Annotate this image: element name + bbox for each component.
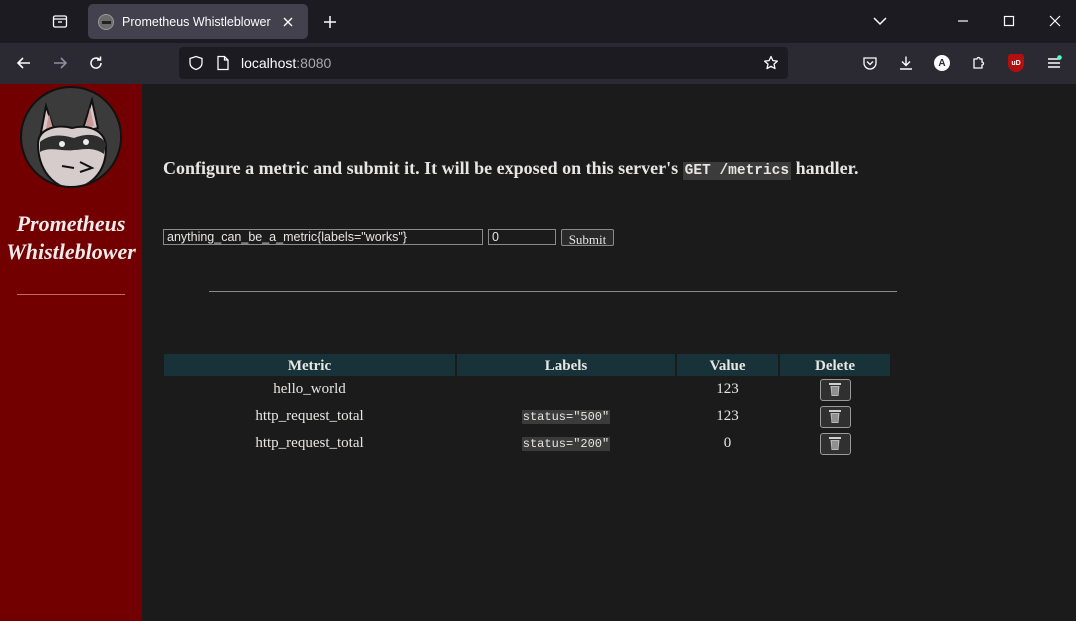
app-menu-button[interactable]	[1039, 48, 1069, 78]
chevron-down-icon	[873, 17, 887, 26]
ublock-shield-icon: uD	[1008, 54, 1024, 72]
arrow-right-icon	[54, 57, 68, 69]
metric-cell: http_request_total	[255, 408, 364, 424]
raccoon-favicon-icon	[98, 13, 114, 30]
minimize-window-button[interactable]	[947, 6, 979, 36]
download-icon	[900, 56, 912, 70]
value-cell: 123	[716, 408, 739, 424]
account-avatar: A	[934, 55, 950, 71]
pocket-button[interactable]	[855, 48, 885, 78]
url-bar[interactable]: localhost:8080	[179, 47, 788, 79]
main-divider	[209, 291, 897, 292]
label-code: status="200"	[521, 436, 611, 451]
ublock-button[interactable]: uD	[1001, 48, 1031, 78]
account-button[interactable]: A	[927, 48, 957, 78]
browser-nav-bar: localhost:8080 A uD	[0, 43, 1076, 84]
labels-cell: status="500"	[457, 403, 675, 430]
url-host: localhost	[241, 55, 297, 71]
header-value: Value	[677, 354, 778, 376]
heading-text-before: Configure a metric and submit it. It wil…	[163, 158, 683, 178]
pocket-icon	[863, 57, 877, 70]
metric-cell: hello_world	[273, 381, 346, 397]
labels-cell	[457, 376, 675, 403]
list-all-tabs-button[interactable]	[864, 6, 896, 36]
trash-icon	[829, 410, 841, 423]
page-heading: Configure a metric and submit it. It wil…	[163, 158, 859, 180]
maximize-window-button[interactable]	[993, 6, 1025, 36]
trash-icon	[829, 383, 841, 396]
trash-icon	[829, 437, 841, 450]
url-port: :8080	[296, 55, 332, 71]
puzzle-icon	[973, 56, 985, 69]
forward-button[interactable]	[45, 48, 75, 78]
value-cell: 0	[723, 435, 732, 451]
back-button[interactable]	[9, 48, 39, 78]
submit-button[interactable]: Submit	[561, 229, 614, 247]
sidebar: Prometheus Whistleblower	[0, 84, 142, 621]
table-row: hello_world 123	[163, 376, 895, 403]
table-row: http_request_total status="200" 0	[163, 430, 895, 457]
brand-line-1: Prometheus	[16, 211, 126, 236]
hamburger-menu-icon	[1048, 55, 1062, 68]
tab-close-button[interactable]	[278, 12, 298, 32]
label-code: status="500"	[521, 409, 611, 424]
maximize-icon	[1003, 15, 1015, 27]
reload-button[interactable]	[81, 48, 111, 78]
header-metric: Metric	[164, 354, 455, 376]
close-icon	[1049, 15, 1061, 27]
header-delete: Delete	[780, 354, 890, 376]
heading-code: GET /metrics	[682, 162, 792, 180]
brand-title: Prometheus Whistleblower	[0, 210, 142, 266]
delete-button[interactable]	[819, 405, 851, 428]
delete-button[interactable]	[819, 432, 851, 455]
table-row: http_request_total status="500" 123	[163, 403, 895, 430]
header-labels: Labels	[457, 354, 675, 376]
page-content: Prometheus Whistleblower Configure a met…	[0, 84, 1076, 621]
close-icon	[283, 17, 293, 26]
sidebar-divider	[17, 294, 125, 295]
new-tab-button[interactable]	[316, 8, 344, 36]
shield-icon	[189, 55, 203, 71]
heading-text-after: handler.	[791, 158, 859, 178]
raccoon-logo-icon	[20, 86, 122, 188]
browser-tab-bar: Prometheus Whistleblower	[0, 0, 1076, 43]
extensions-button[interactable]	[964, 48, 994, 78]
page-icon	[217, 55, 229, 71]
firefox-view-icon	[52, 15, 68, 28]
metric-name-input[interactable]: anything_can_be_a_metric{labels="works"}	[163, 229, 483, 245]
minimize-icon	[958, 20, 968, 22]
labels-cell: status="200"	[457, 430, 675, 457]
delete-cell	[780, 430, 890, 457]
active-tab[interactable]: Prometheus Whistleblower	[88, 4, 308, 39]
metric-value-input[interactable]: 0	[488, 229, 556, 245]
delete-cell	[780, 403, 890, 430]
metric-cell: http_request_total	[255, 435, 364, 451]
reload-icon	[90, 56, 102, 69]
delete-button[interactable]	[819, 378, 851, 401]
brand-line-2: Whistleblower	[6, 239, 136, 264]
value-cell: 123	[716, 381, 739, 397]
metrics-table: Metric Labels Value Delete hello_world 1…	[163, 354, 895, 457]
downloads-button[interactable]	[891, 48, 921, 78]
close-window-button[interactable]	[1039, 6, 1071, 36]
bookmark-star-icon[interactable]	[763, 55, 779, 71]
delete-cell	[780, 376, 890, 403]
plus-icon	[324, 16, 336, 28]
arrow-left-icon	[16, 57, 30, 69]
tab-title: Prometheus Whistleblower	[122, 14, 271, 29]
table-header: Metric Labels Value Delete	[163, 354, 895, 376]
firefox-view-button[interactable]	[44, 5, 76, 37]
url-text: localhost:8080	[241, 55, 331, 71]
